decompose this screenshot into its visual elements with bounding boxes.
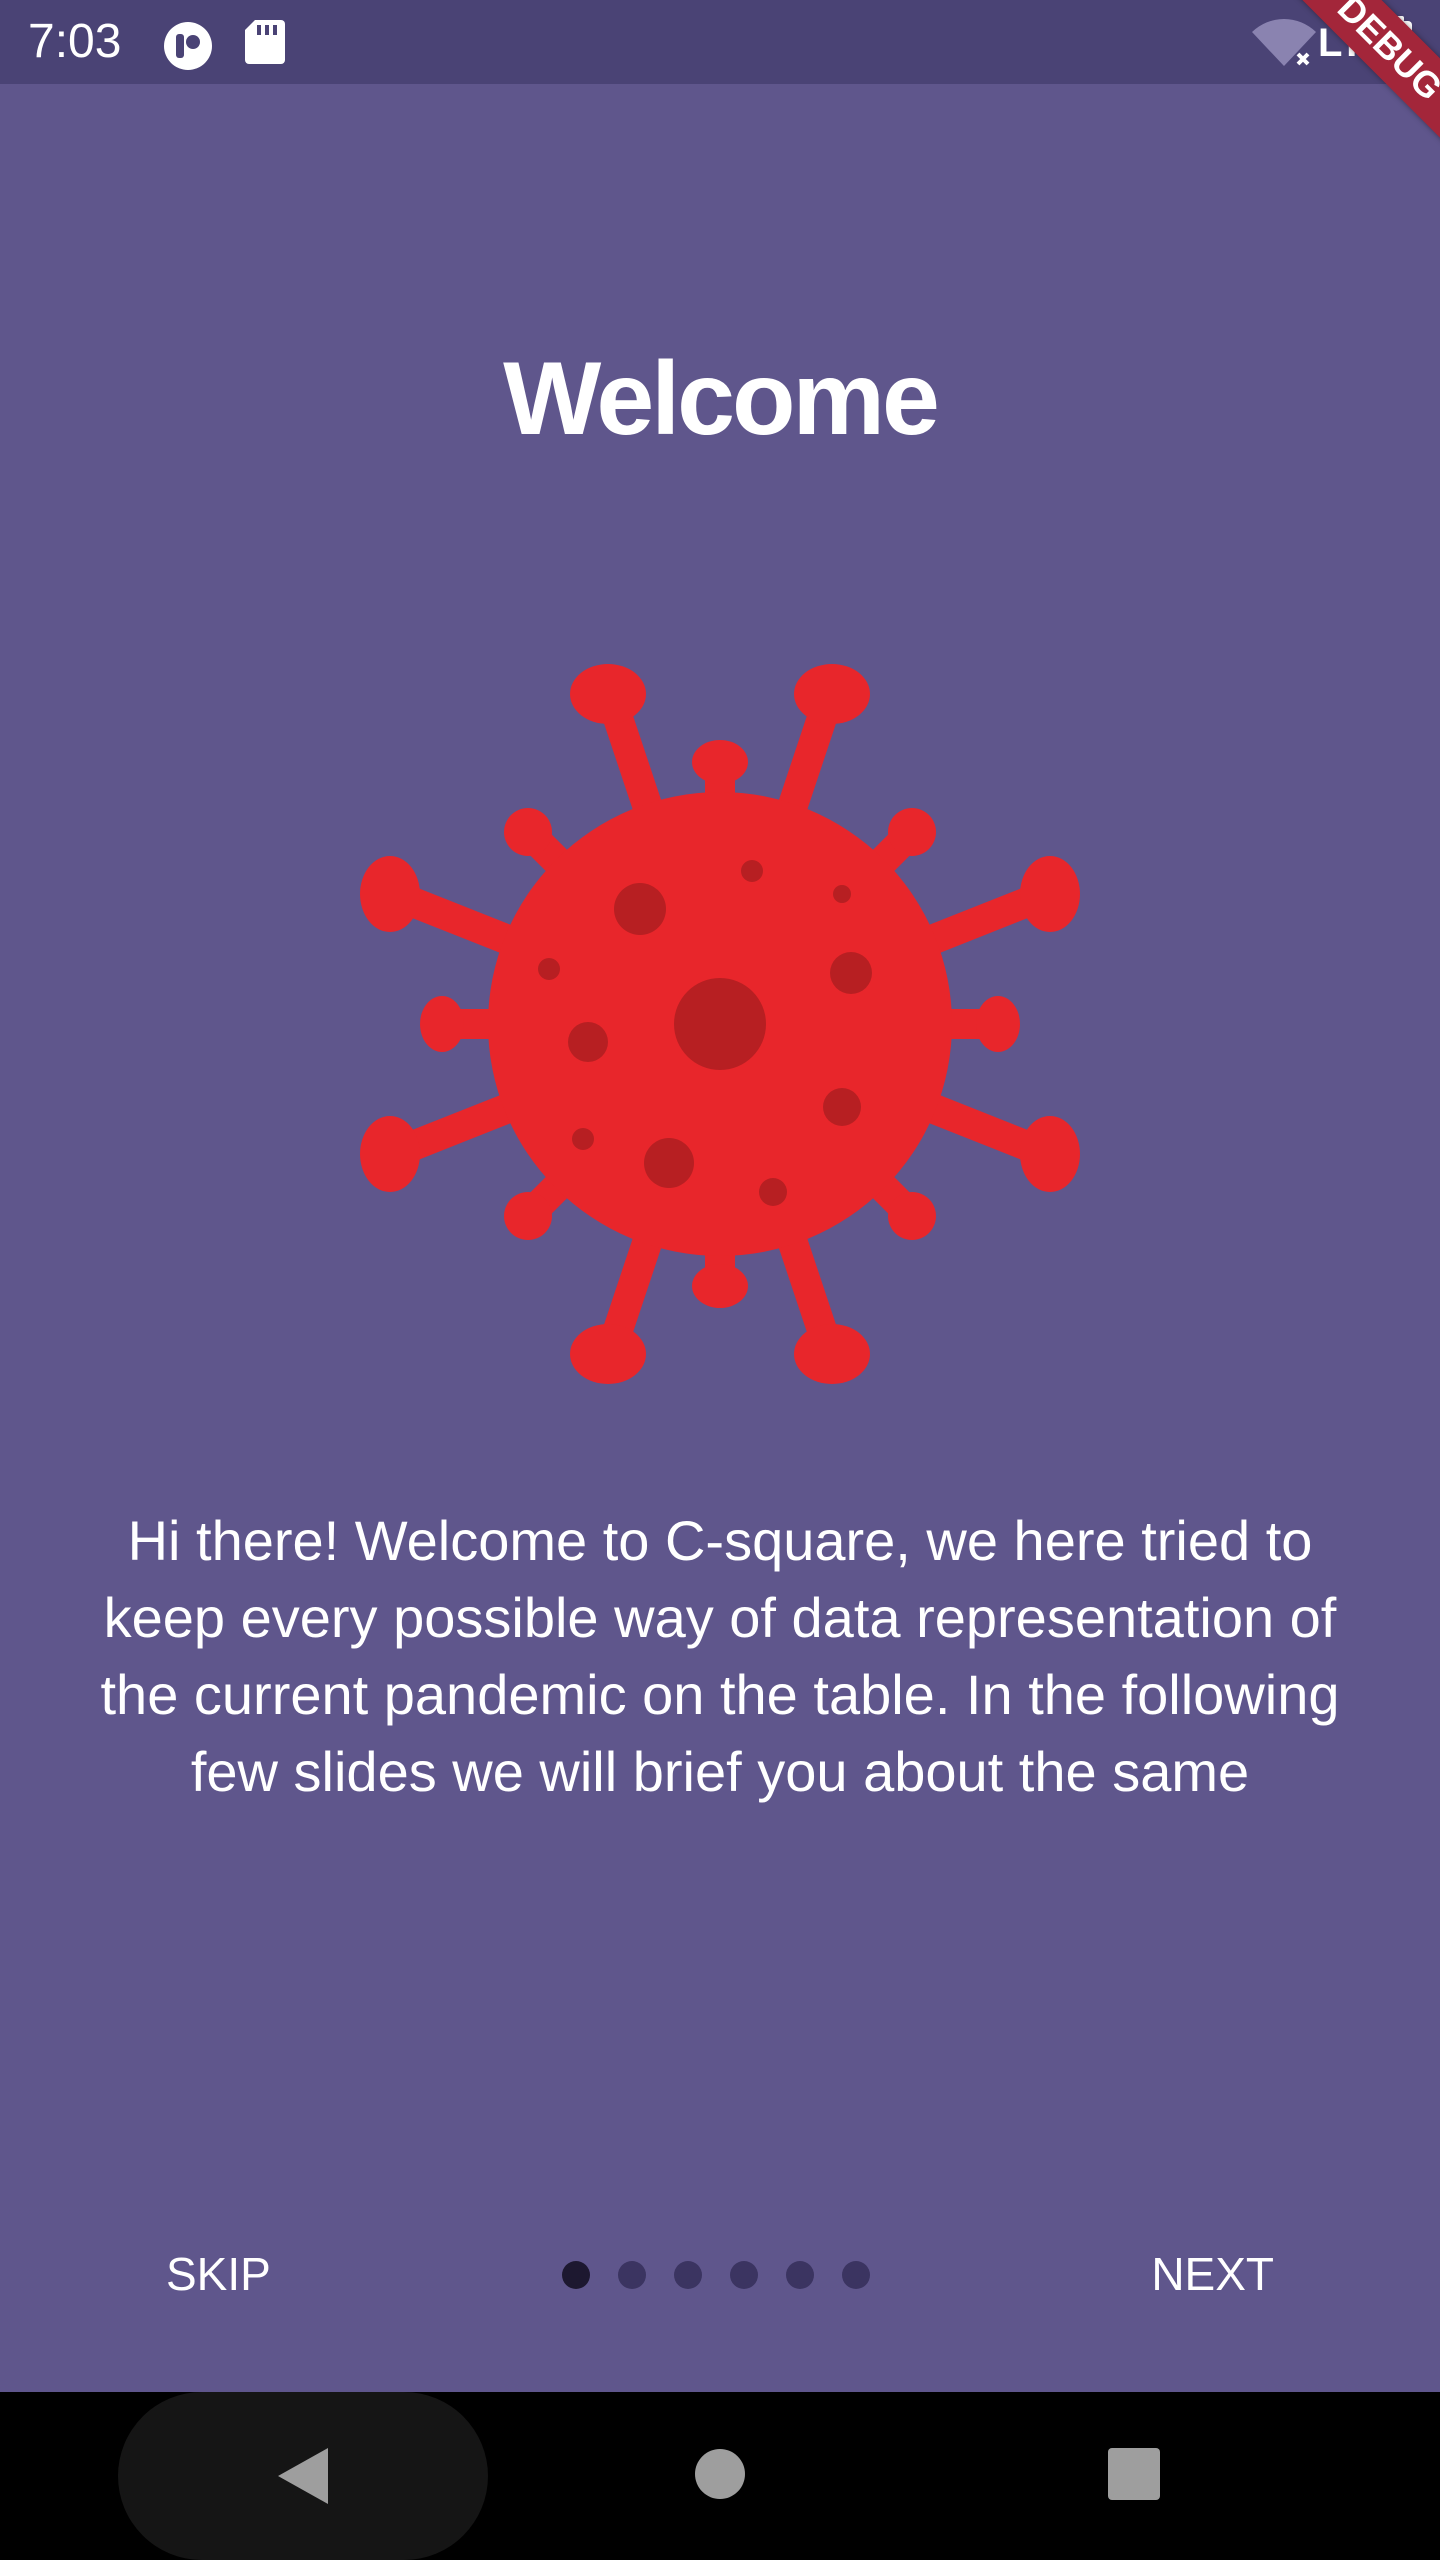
page-indicator — [562, 2261, 870, 2289]
sd-card-icon — [245, 20, 285, 64]
status-time: 7:03 — [28, 15, 122, 68]
page-dot-4[interactable] — [730, 2261, 758, 2289]
back-button[interactable] — [118, 2392, 488, 2560]
screen: 7:03 LTE — [0, 0, 1440, 2560]
onboarding-controls: SKIP NEXT — [0, 2224, 1440, 2324]
page-dot-5[interactable] — [786, 2261, 814, 2289]
onboarding-page: Welcome Hi there! Welcome to C-square, w… — [0, 84, 1440, 2392]
page-dot-6[interactable] — [842, 2261, 870, 2289]
recents-icon[interactable] — [1108, 2448, 1160, 2500]
page-dot-3[interactable] — [674, 2261, 702, 2289]
back-icon — [276, 2446, 330, 2506]
page-dot-1[interactable] — [562, 2261, 590, 2289]
skip-button[interactable]: SKIP — [142, 2224, 295, 2324]
navigation-bar — [0, 2392, 1440, 2560]
page-title: Welcome — [503, 341, 940, 457]
home-icon[interactable] — [694, 2448, 746, 2500]
wifi-off-icon — [1252, 18, 1316, 68]
page-description: Hi there! Welcome to C-square, we here t… — [100, 1509, 1340, 1803]
next-button[interactable]: NEXT — [1127, 2224, 1298, 2324]
page-dot-2[interactable] — [618, 2261, 646, 2289]
app-notification-icon — [162, 20, 214, 72]
status-bar: 7:03 LTE — [0, 0, 1440, 84]
virus-icon — [360, 624, 1080, 1424]
